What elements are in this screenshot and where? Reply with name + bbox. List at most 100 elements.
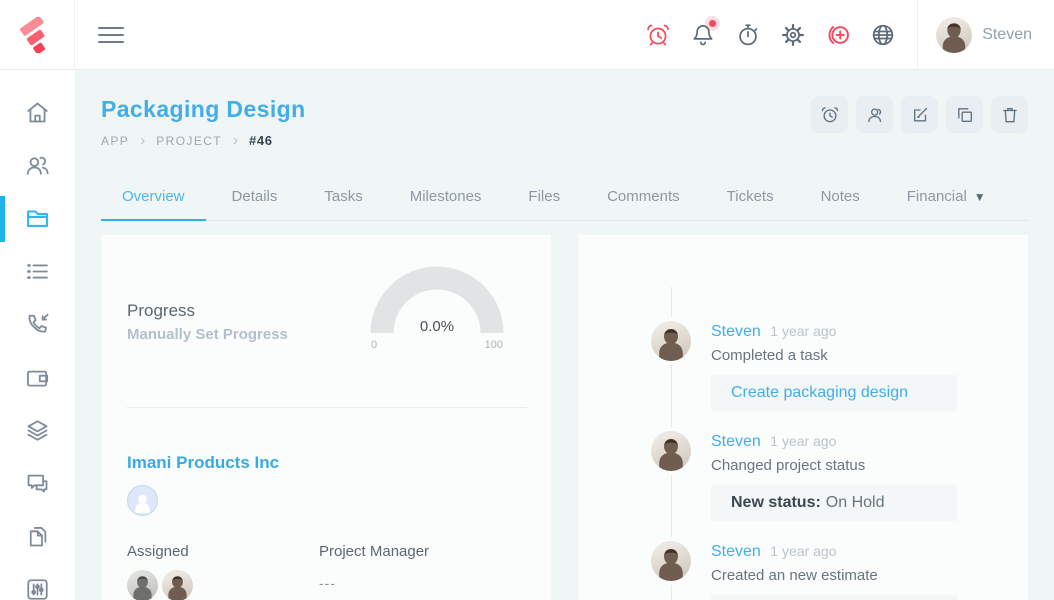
timeline-entry: Steven 1 year ago Changed project status… (651, 431, 957, 521)
phone-incoming-icon (28, 313, 49, 333)
timeline-entry: Steven 1 year ago Completed a task Creat… (651, 321, 957, 411)
activity-avatar[interactable] (651, 431, 691, 471)
breadcrumb-separator-icon: › (233, 131, 239, 149)
gauge-min-label: 0 (371, 339, 378, 351)
edit-icon (913, 107, 927, 121)
status-label: New status: (731, 494, 821, 511)
logo-icon (19, 16, 55, 53)
activity-action: Changed project status (711, 457, 866, 474)
delete-button[interactable] (991, 96, 1028, 133)
assign-user-button[interactable] (856, 96, 893, 133)
activity-time: 1 year ago (770, 543, 837, 559)
quick-add-icon[interactable] (815, 0, 860, 70)
duplicate-button[interactable] (946, 96, 983, 133)
progress-subtitle: Manually Set Progress (127, 326, 288, 343)
notifications-icon[interactable] (680, 0, 725, 70)
menu-toggle-button[interactable] (98, 22, 124, 48)
tab-comments[interactable]: Comments (605, 178, 682, 220)
sidebar-item-tasks[interactable] (0, 245, 75, 298)
activity-avatar[interactable] (651, 541, 691, 581)
page-action-bar (811, 96, 1028, 133)
pages-icon (29, 527, 47, 547)
sidebar-item-contacts[interactable] (0, 139, 75, 192)
dropdown-caret-icon: ▼ (973, 190, 986, 204)
project-overview-card: Progress Manually Set Progress 0.0% 0 10… (101, 235, 551, 600)
timeline-entry: Steven 1 year ago Created an new estimat… (651, 541, 957, 600)
tab-tickets[interactable]: Tickets (725, 178, 776, 220)
alarm-icon (821, 106, 838, 122)
app-logo[interactable] (0, 0, 75, 69)
alarm-icon[interactable] (635, 0, 680, 70)
project-tabs: Overview Details Tasks Milestones Files … (101, 178, 1028, 221)
sidebar-item-messages[interactable] (0, 457, 75, 510)
client-avatar[interactable] (127, 485, 158, 516)
language-globe-icon[interactable] (860, 0, 905, 70)
status-value: On Hold (825, 494, 885, 511)
project-manager-value: --- (319, 575, 336, 591)
activity-action: Completed a task (711, 347, 828, 364)
person-placeholder-icon (135, 494, 150, 513)
assigned-avatar-2[interactable] (162, 570, 193, 600)
user-menu[interactable]: Steven (918, 16, 1054, 53)
reminder-button[interactable] (811, 96, 848, 133)
tab-files[interactable]: Files (526, 178, 562, 220)
sidebar-item-payments[interactable] (0, 351, 75, 404)
activity-avatar[interactable] (651, 321, 691, 361)
settings-icon[interactable] (770, 0, 815, 70)
activity-detail-status: New status: On Hold (711, 485, 957, 521)
users-icon (26, 156, 49, 175)
activity-detail-estimate-link[interactable] (711, 595, 957, 600)
project-manager-label: Project Manager (319, 543, 430, 560)
timer-icon[interactable] (725, 0, 770, 70)
tab-notes[interactable]: Notes (819, 178, 862, 220)
layers-icon (27, 420, 48, 441)
user-icon (867, 108, 881, 122)
activity-action: Created an new estimate (711, 567, 878, 584)
trash-icon (1002, 107, 1017, 122)
wallet-icon (27, 370, 49, 387)
home-icon (27, 102, 48, 123)
activity-user-link[interactable]: Steven (711, 543, 761, 560)
activity-user-link[interactable]: Steven (711, 433, 761, 450)
breadcrumb-project[interactable]: PROJECT (156, 134, 222, 148)
breadcrumb-app[interactable]: APP (101, 134, 129, 148)
folder-icon (27, 210, 48, 227)
tab-tasks[interactable]: Tasks (322, 178, 364, 220)
chat-icon (27, 474, 48, 493)
progress-gauge: 0.0% 0 100 (367, 265, 507, 351)
gauge-max-label: 100 (484, 339, 503, 351)
list-icon (27, 264, 48, 279)
assigned-avatar-1[interactable] (127, 570, 158, 600)
activity-time: 1 year ago (770, 323, 837, 339)
tab-details[interactable]: Details (230, 178, 280, 220)
sidebar-item-calls[interactable] (0, 298, 75, 351)
assigned-avatars (127, 570, 319, 600)
left-sidebar (0, 70, 75, 600)
activity-timeline-card: Steven 1 year ago Completed a task Creat… (579, 235, 1028, 600)
sidebar-item-documents[interactable] (0, 510, 75, 563)
breadcrumb-current: #46 (249, 133, 273, 148)
tab-overview[interactable]: Overview (101, 178, 205, 221)
breadcrumb: APP › PROJECT › #46 (101, 131, 1028, 149)
activity-time: 1 year ago (770, 433, 837, 449)
sliders-icon (27, 579, 48, 600)
user-avatar (936, 16, 973, 53)
activity-detail-task-link[interactable]: Create packaging design (711, 375, 957, 411)
copy-icon (957, 107, 972, 122)
edit-button[interactable] (901, 96, 938, 133)
assigned-label: Assigned (127, 543, 189, 560)
notification-badge (709, 19, 717, 27)
tab-financial[interactable]: Financial ▼ (905, 178, 988, 220)
sidebar-item-tools[interactable] (0, 563, 75, 600)
top-header: Steven (0, 0, 1054, 70)
progress-title: Progress (127, 301, 196, 320)
sidebar-item-projects[interactable] (0, 192, 75, 245)
client-link[interactable]: Imani Products Inc (127, 453, 279, 473)
tab-milestones[interactable]: Milestones (408, 178, 484, 220)
gauge-value: 0.0% (419, 318, 455, 335)
activity-user-link[interactable]: Steven (711, 323, 761, 340)
main-content: Packaging Design APP › PROJECT › #46 Ove… (75, 70, 1054, 600)
sidebar-item-services[interactable] (0, 404, 75, 457)
sidebar-item-home[interactable] (0, 86, 75, 139)
breadcrumb-separator-icon: › (140, 131, 146, 149)
